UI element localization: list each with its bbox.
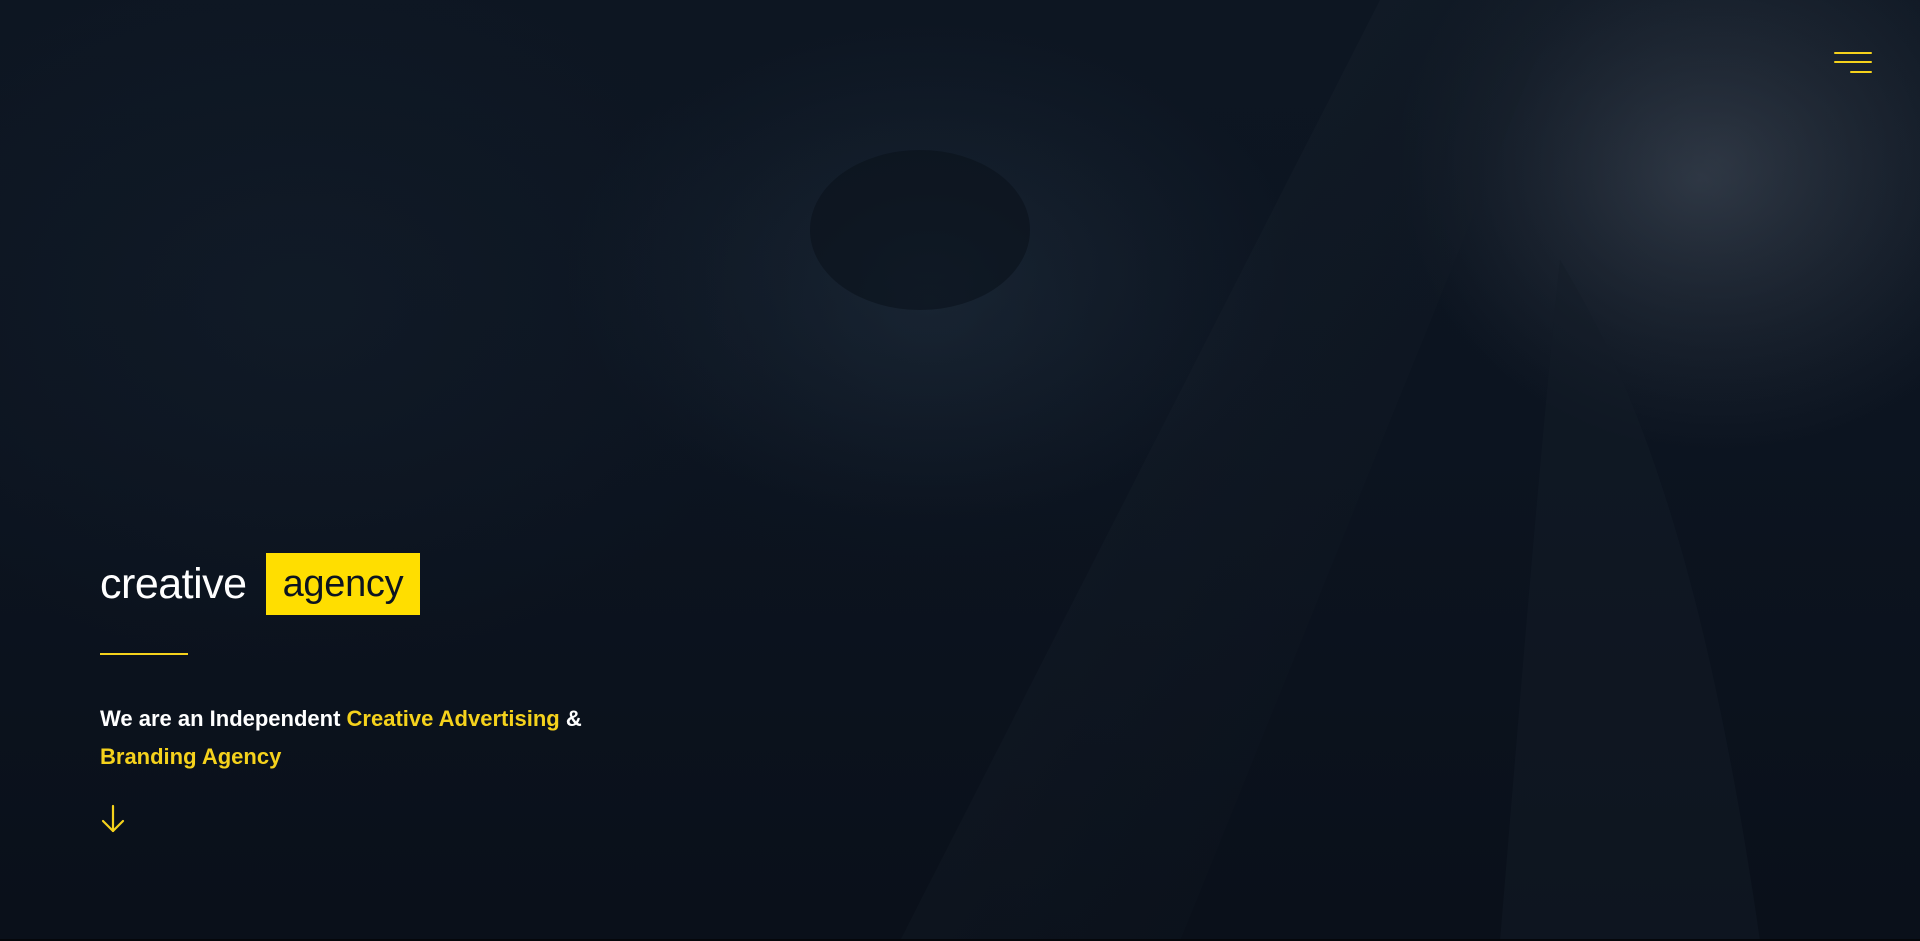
hamburger-menu-icon <box>1834 52 1872 54</box>
tagline-highlight: Branding Agency <box>100 744 282 769</box>
scroll-down-button[interactable] <box>100 804 126 834</box>
menu-toggle-button[interactable] <box>1832 50 1872 78</box>
hamburger-menu-icon-line <box>1834 61 1872 63</box>
hero-tagline: We are an Independent Creative Advertisi… <box>100 700 660 776</box>
tagline-highlight: Creative Advertising <box>346 706 560 731</box>
logo-word: creative <box>100 559 247 608</box>
tagline-text: & <box>559 706 582 731</box>
site-logo[interactable]: creative agency <box>100 553 720 615</box>
arrow-down-icon <box>101 804 125 833</box>
accent-divider <box>100 653 188 655</box>
hamburger-menu-icon-line <box>1850 71 1872 73</box>
hero-content: creative agency We are an Independent Cr… <box>100 553 720 834</box>
hero-section: creative agency We are an Independent Cr… <box>0 0 1920 941</box>
tagline-text: We are an Independent <box>100 706 347 731</box>
logo-boxed-word: agency <box>265 553 421 615</box>
